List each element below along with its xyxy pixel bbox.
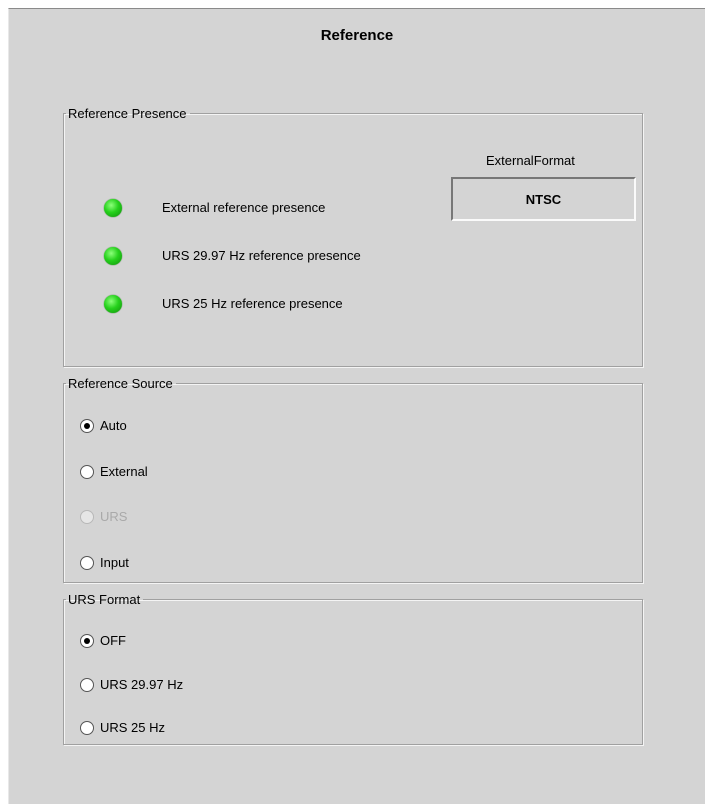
- external-presence-label: External reference presence: [162, 200, 326, 215]
- urs-2997-presence-led-icon: [104, 247, 122, 265]
- reference-presence-legend: Reference Presence: [68, 106, 187, 121]
- external-format-label: ExternalFormat: [486, 153, 575, 168]
- reference-panel: Reference Reference Presence External re…: [8, 8, 705, 804]
- urs-format-legend: URS Format: [68, 592, 141, 607]
- urs-2997-option[interactable]: URS 29.97 Hz: [80, 677, 183, 692]
- urs-2997-label: URS 29.97 Hz: [100, 677, 184, 692]
- source-auto-radio[interactable]: [80, 418, 94, 433]
- source-external-radio[interactable]: [80, 464, 94, 479]
- panel-title: Reference: [320, 27, 394, 44]
- urs-25-option[interactable]: URS 25 Hz: [80, 720, 165, 735]
- external-format-display: NTSC: [451, 177, 636, 221]
- source-auto-option[interactable]: Auto: [80, 418, 127, 433]
- reference-source-legend: Reference Source: [68, 376, 173, 391]
- urs-off-radio[interactable]: [80, 633, 94, 648]
- source-input-label: Input: [100, 555, 129, 570]
- urs-25-presence-label: URS 25 Hz reference presence: [162, 296, 343, 311]
- external-format-value: NTSC: [525, 191, 562, 207]
- source-external-label: External: [100, 464, 148, 479]
- reference-presence-group: Reference Presence External reference pr…: [63, 107, 643, 367]
- urs-off-label: OFF: [100, 633, 126, 648]
- source-input-option[interactable]: Input: [80, 555, 129, 570]
- source-input-radio[interactable]: [80, 555, 94, 570]
- urs-2997-radio[interactable]: [80, 677, 94, 692]
- urs-25-radio[interactable]: [80, 720, 94, 735]
- source-urs-radio: [80, 509, 94, 524]
- urs-2997-presence-label: URS 29.97 Hz reference presence: [162, 248, 361, 263]
- urs-25-presence-led-icon: [104, 295, 122, 313]
- source-auto-label: Auto: [100, 418, 127, 433]
- source-urs-option: URS: [80, 509, 127, 524]
- urs-off-option[interactable]: OFF: [80, 633, 126, 648]
- external-presence-led-icon: [104, 199, 122, 217]
- source-urs-label: URS: [100, 509, 128, 524]
- urs-format-group: URS Format OFF URS 29.97 Hz URS 25 Hz: [63, 593, 643, 745]
- source-external-option[interactable]: External: [80, 464, 148, 479]
- urs-25-label: URS 25 Hz: [100, 720, 166, 735]
- reference-source-group: Reference Source Auto External URS Input: [63, 377, 643, 583]
